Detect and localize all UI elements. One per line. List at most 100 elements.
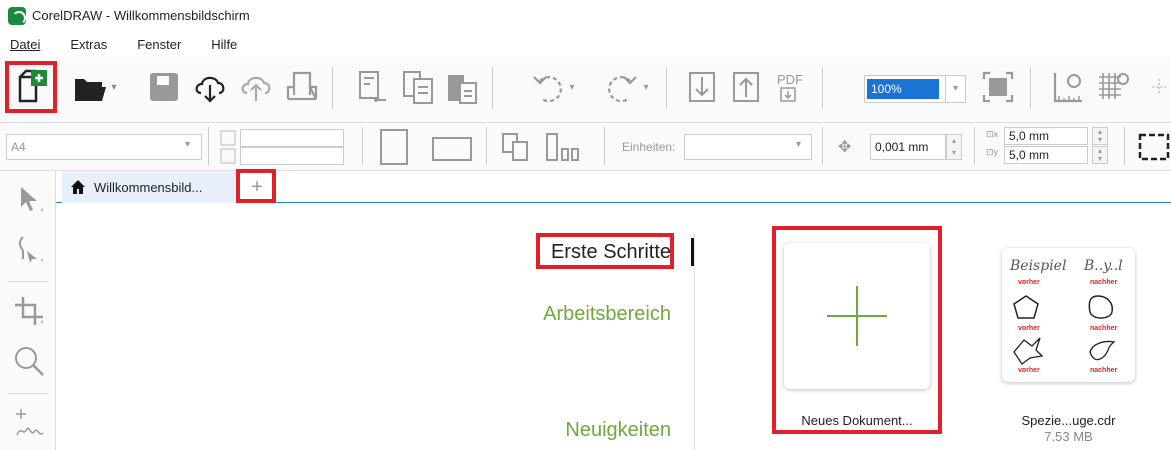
duplicate-x-input[interactable]: 5,0 mm: [1004, 127, 1088, 145]
menu-fenster[interactable]: Fenster: [137, 37, 181, 52]
zoom-level-value: 100%: [867, 79, 939, 99]
snap-icon: [1151, 79, 1167, 95]
nudge-spinner[interactable]: ▴ ▾: [946, 134, 962, 160]
freehand-icon: [16, 409, 44, 436]
units-select[interactable]: [684, 134, 812, 160]
export-icon: [403, 71, 433, 104]
toolbox-separator: [8, 393, 48, 394]
toolbar-separator: [604, 127, 605, 165]
download-cloud-button[interactable]: [188, 63, 232, 111]
page-height-input[interactable]: [240, 147, 344, 165]
upload-cloud-button[interactable]: [234, 63, 278, 111]
page-width-input[interactable]: [240, 129, 344, 147]
paste-button[interactable]: [440, 63, 484, 111]
svg-text:vorher: vorher: [1018, 325, 1040, 332]
coreldraw-logo-icon: [8, 6, 26, 25]
freehand-tool-button[interactable]: [10, 401, 48, 445]
toolbar-separator: [208, 127, 209, 165]
nudge-distance-input[interactable]: 0,001 mm: [870, 134, 946, 160]
treat-as-filled-icon[interactable]: [1136, 131, 1171, 163]
rulers-icon: [1053, 73, 1082, 103]
property-bar: A4 ▾ Einheiten: ▾ ✥ 0,001 mm ▴ ▾ ⊡x ⊡y 5,…: [0, 123, 1171, 171]
grid-icon: [1099, 73, 1129, 99]
chevron-down-icon[interactable]: ▾: [945, 76, 965, 102]
export-button[interactable]: [396, 63, 440, 111]
crop-tool-button[interactable]: [10, 289, 48, 333]
magnifier-icon: [15, 347, 44, 376]
menu-datei[interactable]: Datei: [10, 37, 40, 52]
zoom-tool-button[interactable]: [10, 339, 48, 383]
tab-welcome-screen[interactable]: Willkommensbild...: [62, 171, 238, 203]
import-file-button[interactable]: [680, 63, 724, 111]
svg-text:vorher: vorher: [1018, 279, 1040, 286]
print-button[interactable]: [280, 63, 324, 111]
nav-neuigkeiten[interactable]: Neuigkeiten: [565, 419, 671, 442]
erste-schritte-highlight: [536, 233, 674, 269]
title-bar: CorelDRAW - Willkommensbildschirm: [0, 0, 1171, 31]
shape-edit-icon: [18, 236, 43, 263]
undo-dropdown-icon[interactable]: ▾: [564, 63, 580, 111]
chevron-down-icon[interactable]: ▾: [796, 139, 801, 150]
recent-file-size: 7.53 MB: [1044, 429, 1093, 444]
toolbox: [0, 171, 56, 450]
svg-text:Beispiel: Beispiel: [1009, 258, 1066, 274]
shape-tool-button[interactable]: [10, 227, 48, 271]
duplicate-x-spinner[interactable]: ▴ ▾: [1092, 127, 1108, 145]
page-size-select[interactable]: A4: [6, 134, 202, 160]
window-title: CorelDRAW - Willkommensbildschirm: [32, 8, 250, 23]
chevron-down-icon[interactable]: ▾: [185, 139, 190, 150]
save-icon: [150, 73, 178, 101]
fullscreen-preview-button[interactable]: [976, 63, 1020, 111]
toolbar-separator: [1124, 127, 1125, 165]
duplicate-y-spinner[interactable]: ▴ ▾: [1092, 146, 1108, 164]
toolbar-separator: [362, 127, 363, 165]
home-icon: [71, 180, 85, 194]
toolbar-separator: [822, 127, 823, 165]
duplicate-y-input[interactable]: 5,0 mm: [1004, 146, 1088, 164]
svg-text:nachher: nachher: [1090, 325, 1118, 332]
nav-arbeitsbereich[interactable]: Arbeitsbereich: [543, 303, 671, 326]
import-arrow-icon: [689, 72, 715, 102]
duplicate-y-icon: ⊡y: [986, 147, 999, 157]
zoom-level-select[interactable]: 100% ▾: [864, 75, 966, 103]
landscape-button[interactable]: [432, 137, 472, 161]
grid-button[interactable]: [1092, 63, 1136, 111]
all-pages-icon[interactable]: [500, 131, 536, 163]
menu-extras[interactable]: Extras: [70, 37, 107, 52]
rulers-button[interactable]: [1046, 63, 1090, 111]
toolbox-separator: [8, 281, 48, 282]
fullscreen-icon: [982, 71, 1014, 103]
import-icon: [359, 71, 386, 102]
tab-welcome-label: Willkommensbild...: [94, 179, 203, 195]
portrait-button[interactable]: [380, 129, 408, 165]
recent-file-card[interactable]: Beispiel B..y..l vorher nachher vorher n…: [1002, 248, 1135, 382]
snap-button[interactable]: [1146, 63, 1171, 111]
paste-icon: [448, 75, 477, 104]
new-document-highlight: [5, 61, 57, 113]
crop-icon: [15, 297, 43, 325]
import-button[interactable]: [350, 63, 394, 111]
current-page-icon[interactable]: [544, 131, 582, 163]
pdf-button[interactable]: PDF: [768, 63, 812, 111]
open-icon: [75, 79, 106, 101]
add-tab-highlight: [236, 169, 276, 203]
toolbar-separator: [974, 127, 975, 165]
welcome-screen: Erste Schritte Arbeitsbereich Neuigkeite…: [56, 203, 1171, 450]
pick-tool-button[interactable]: [10, 177, 48, 221]
menu-hilfe[interactable]: Hilfe: [211, 37, 237, 52]
redo-dropdown-icon[interactable]: ▾: [638, 63, 654, 111]
document-tab-bar: Willkommensbild... +: [56, 169, 1171, 203]
nudge-icon: ✥: [838, 139, 852, 156]
save-button[interactable]: [142, 63, 186, 111]
svg-text:vorher: vorher: [1018, 367, 1040, 374]
download-cloud-icon: [195, 76, 225, 103]
svg-text:nachher: nachher: [1090, 279, 1118, 286]
toolbar-separator: [666, 67, 667, 109]
toolbar-separator: [492, 67, 493, 109]
export-file-button[interactable]: [724, 63, 768, 111]
redo-icon: [608, 76, 637, 103]
file-thumbnail-icon: Beispiel B..y..l vorher nachher vorher n…: [1009, 258, 1123, 374]
open-dropdown-icon[interactable]: ▾: [106, 63, 122, 111]
duplicate-x-icon: ⊡x: [986, 129, 999, 139]
toolbar-separator: [1030, 67, 1031, 109]
